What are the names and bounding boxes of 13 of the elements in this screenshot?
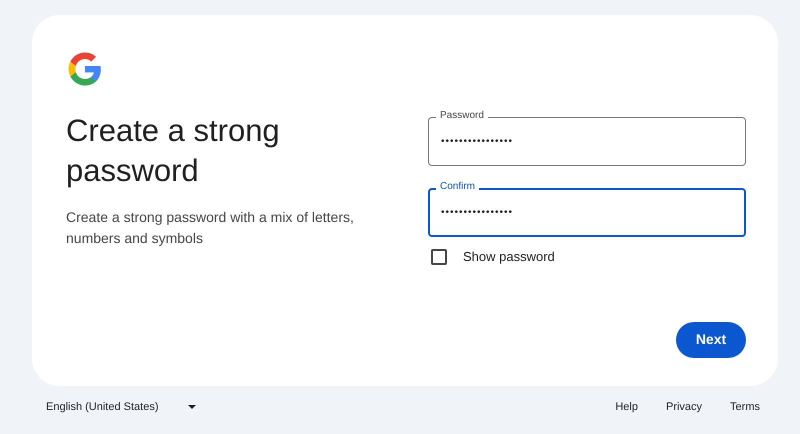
page-heading: Create a strong password [66,112,281,190]
description-text: Create a strong password with a mix of letters, numbers and symbols [66,208,355,248]
logo-icon [67,51,103,87]
password-field[interactable]: •••••••••••••••• [428,117,746,166]
show-password-label[interactable]: Show password [463,247,555,266]
language-selector[interactable]: English (United States) [46,399,196,416]
footer-link[interactable]: Terms [730,399,760,416]
footer-link[interactable]: Privacy [666,399,702,416]
show-password-checkbox[interactable] [431,248,447,265]
dropdown-caret-icon [188,405,196,410]
password-field[interactable]: •••••••••••••••• [428,188,746,237]
footer-link[interactable]: Help [615,399,638,416]
next-button[interactable]: Next [676,322,746,358]
